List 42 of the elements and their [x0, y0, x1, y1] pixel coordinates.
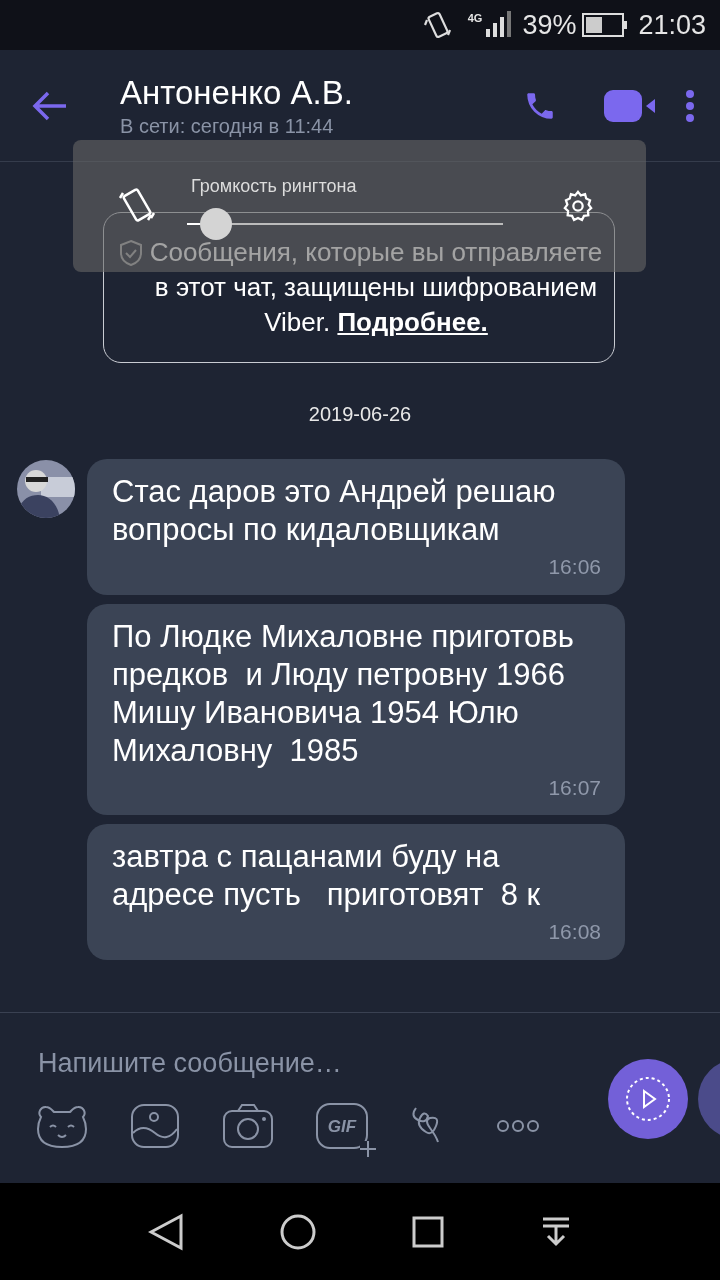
message-text: Стас даров это Андрей решаю вопросы по кидаловщикам — [112, 473, 557, 549]
learn-more-link[interactable]: Подробнее. — [337, 307, 488, 337]
message-time: 16:07 — [548, 774, 601, 801]
video-camera-icon — [604, 89, 656, 122]
square-icon — [412, 1215, 444, 1248]
slider-thumb[interactable] — [199, 207, 232, 240]
battery-percentage: 39% — [522, 8, 577, 42]
message-text: завтра с пацанами буду на адресе пусть приготовят 8 к — [112, 838, 542, 914]
pull-down-icon — [540, 1215, 572, 1248]
home-nav-button[interactable] — [280, 1213, 316, 1250]
clock-time: 21:03 — [638, 8, 706, 42]
contact-name: Антоненко А.В. — [120, 72, 354, 113]
image-icon — [130, 1103, 180, 1149]
gallery-button[interactable] — [130, 1103, 180, 1149]
camera-icon — [222, 1103, 274, 1149]
back-arrow-icon — [32, 89, 68, 122]
recents-nav-button[interactable] — [412, 1215, 444, 1248]
settings-button[interactable] — [561, 189, 595, 223]
shield-icon — [118, 239, 144, 267]
notifications-nav-button[interactable] — [540, 1215, 572, 1248]
message-time: 16:08 — [548, 919, 601, 945]
back-nav-button[interactable] — [148, 1212, 184, 1251]
message-text: По Людке Михаловне приготовь предков и Люду петровну 1966 Мишу Ивановича 1954 Юлю Михаловну 1985 — [112, 617, 575, 770]
more-horizontal-icon — [496, 1119, 540, 1133]
more-button[interactable] — [496, 1119, 540, 1133]
signal-icon — [484, 11, 513, 39]
more-vertical-icon — [685, 89, 695, 122]
home-circle-icon — [280, 1213, 316, 1250]
volume-slider[interactable] — [187, 207, 503, 240]
network-label: 4G — [467, 13, 483, 24]
camera-button[interactable] — [222, 1103, 274, 1149]
triangle-back-icon — [148, 1212, 184, 1251]
date-separator: 2019-06-26 — [307, 402, 413, 427]
sticker-button[interactable] — [36, 1103, 88, 1149]
battery-icon — [582, 13, 629, 37]
online-status: В сети: сегодня в 11:44 — [120, 113, 335, 139]
message-time: 16:06 — [548, 554, 601, 580]
settings-icon — [561, 189, 595, 223]
bear-face-icon — [36, 1103, 88, 1149]
volume-label: Громкость рингтона — [191, 174, 358, 198]
play-circle-icon — [625, 1076, 671, 1122]
message-input[interactable]: Напишите сообщение… — [38, 1041, 578, 1085]
